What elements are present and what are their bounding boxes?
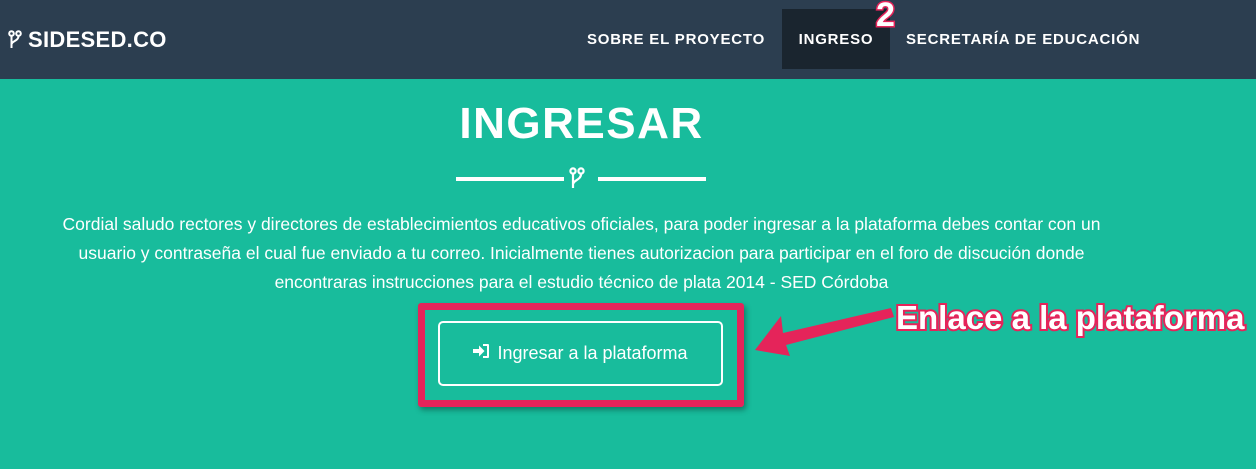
intro-line: Cordial saludo rectores y directores de …: [62, 214, 1101, 234]
divider-line-left: [456, 177, 564, 181]
intro-text: Cordial saludo rectores y directores de …: [0, 210, 1163, 297]
divider-line-right: [598, 177, 706, 181]
intro-line: encontraras instrucciones para el estudi…: [274, 272, 889, 292]
branch-icon: [569, 167, 585, 196]
login-button-label: Ingresar a la plataforma: [497, 343, 688, 363]
sign-in-icon: [473, 343, 490, 364]
branch-icon: [8, 30, 22, 50]
nav-item-sobre-el-proyecto[interactable]: SOBRE EL PROYECTO: [587, 5, 765, 74]
login-platform-button[interactable]: Ingresar a la plataforma: [438, 321, 723, 386]
intro-line: usuario y contraseña el cual fue enviado…: [78, 243, 1085, 263]
nav-item-ingreso[interactable]: INGRESO: [782, 9, 890, 69]
navbar: SIDESED.CO SOBRE EL PROYECTO INGRESO SEC…: [0, 0, 1256, 79]
step-number-annotation: 2: [875, 0, 897, 36]
title-divider: [456, 167, 706, 188]
brand-name: SIDESED.CO: [28, 27, 167, 52]
link-callout-annotation: Enlace a la plataforma: [894, 297, 1246, 338]
login-section: INGRESAR Cordial saludo rectores y direc…: [0, 79, 1256, 469]
brand-link[interactable]: SIDESED.CO: [8, 26, 167, 54]
page-title: INGRESAR: [459, 99, 704, 148]
nav-item-secretaria-de-educacion[interactable]: SECRETARÍA DE EDUCACIÓN: [906, 5, 1140, 74]
arrow-annotation-icon: [753, 308, 895, 361]
